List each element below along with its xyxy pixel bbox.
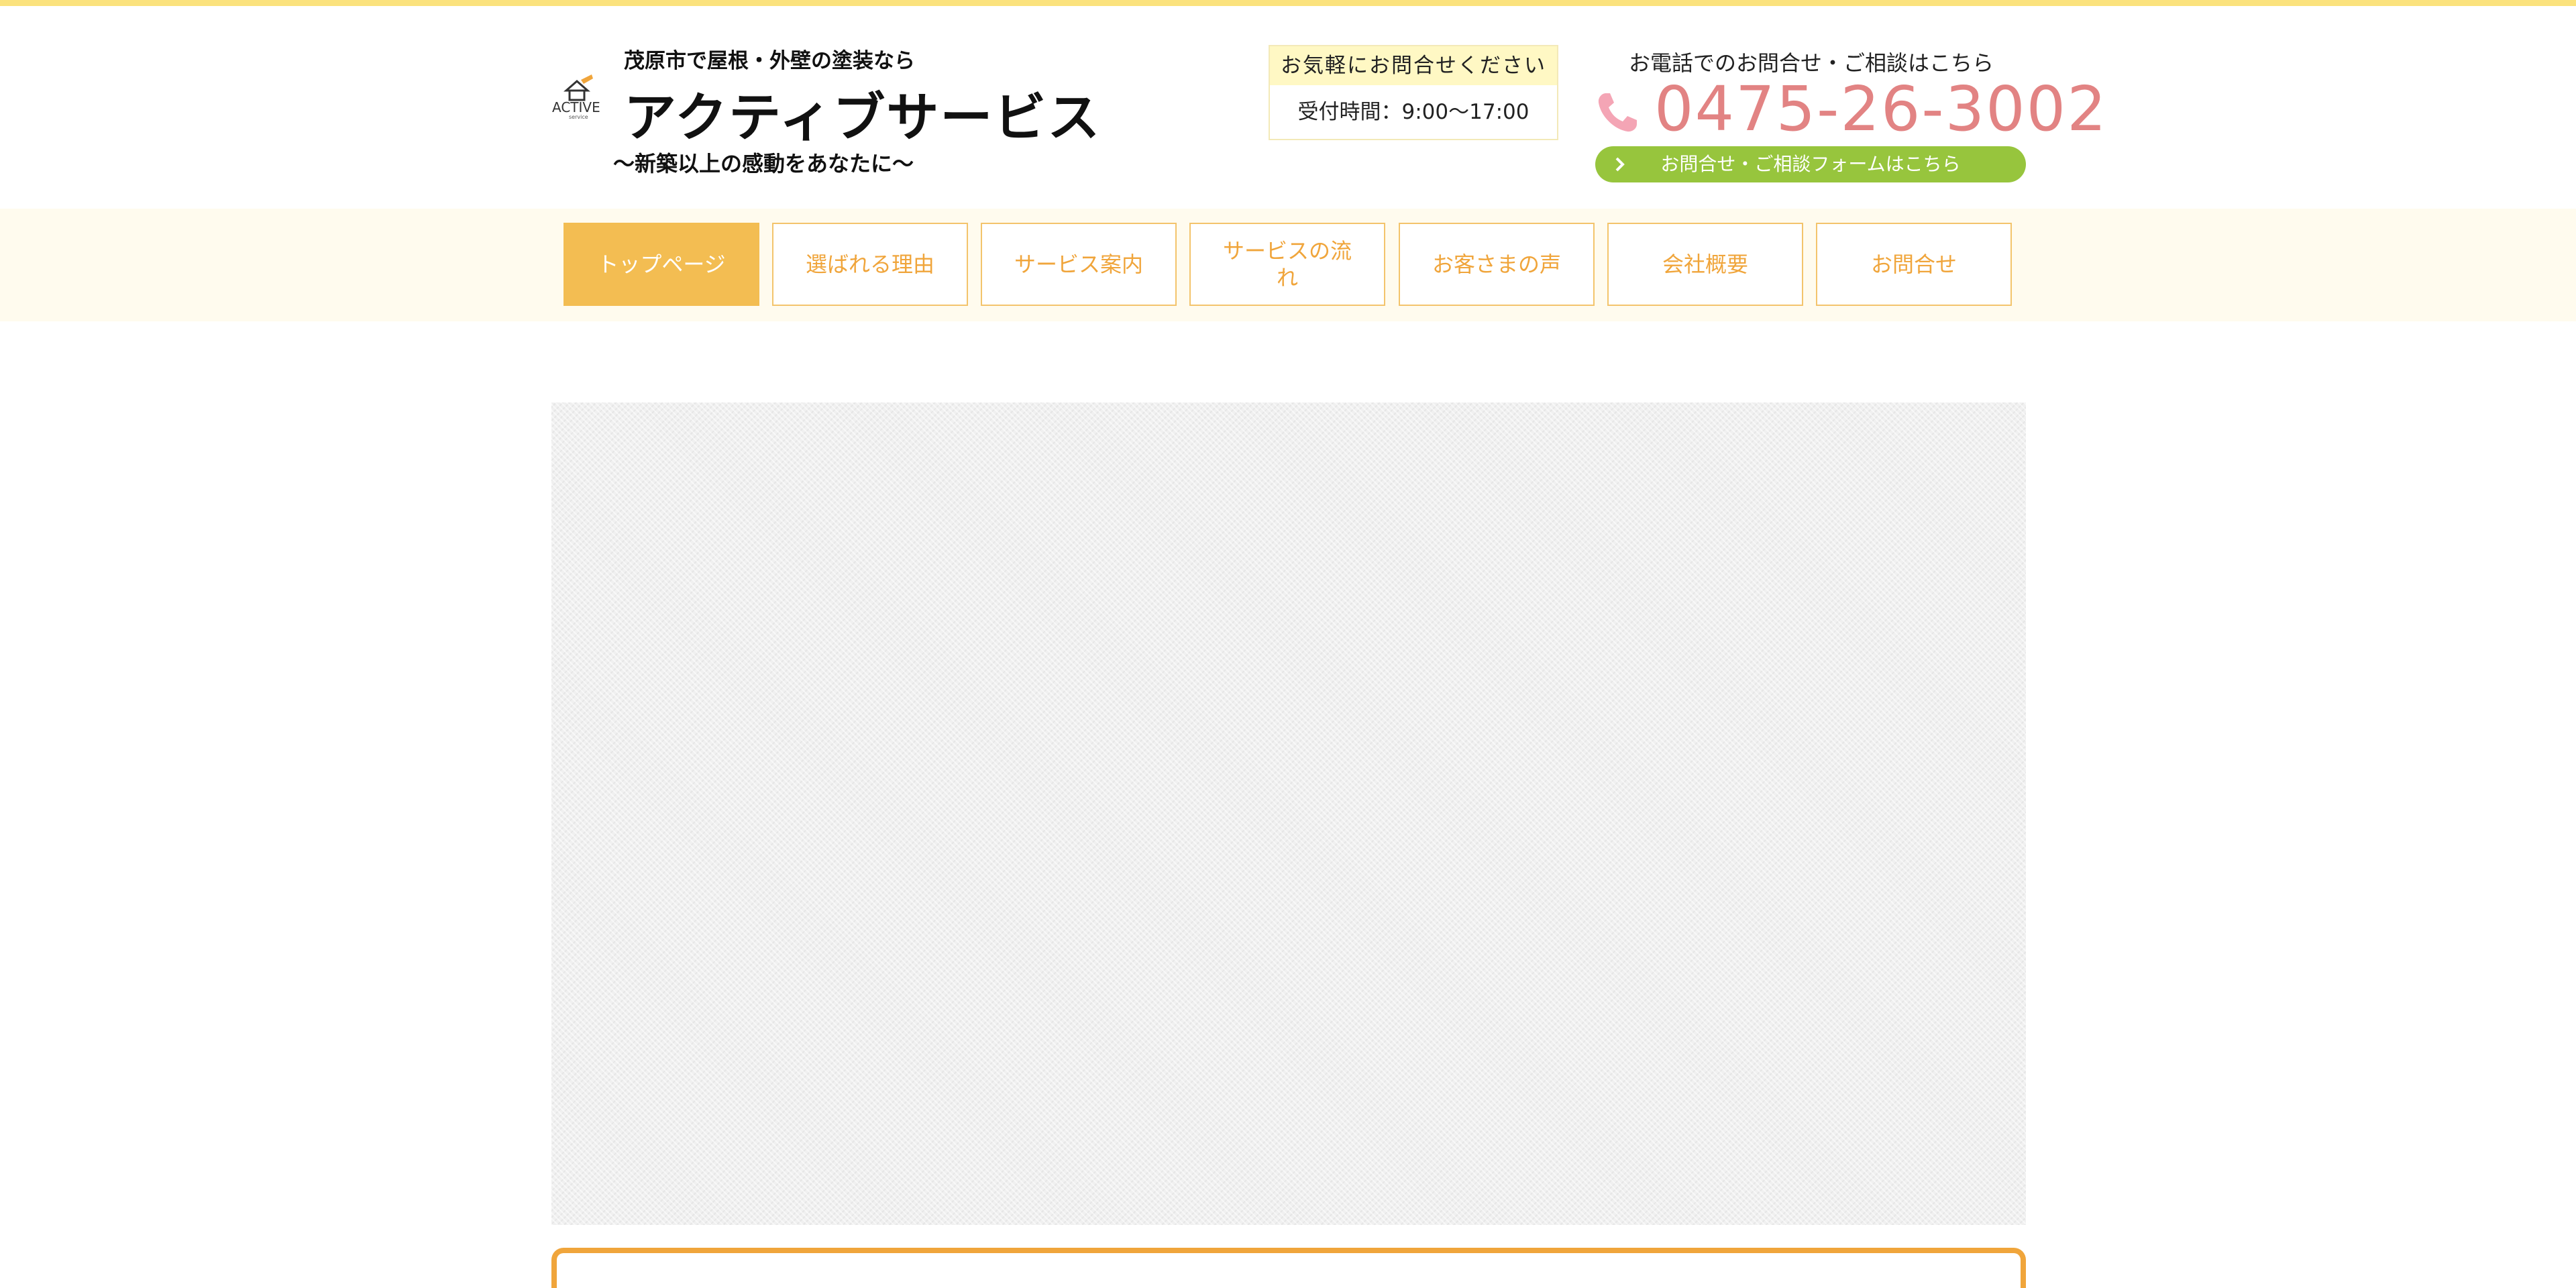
nav-item-label: 選ばれる理由	[805, 252, 934, 277]
nav-item-label: お問合せ	[1870, 252, 1957, 277]
main-nav: トップページ 選ばれる理由 サービス案内 サービスの流 れ お客さまの声 会社概…	[0, 209, 2576, 321]
nav-item-company[interactable]: 会社概要	[1607, 223, 1803, 306]
nav-item-flow[interactable]: サービスの流 れ	[1189, 223, 1385, 306]
nav-item-services[interactable]: サービス案内	[981, 223, 1177, 306]
nav-item-contact[interactable]: お問合せ	[1816, 223, 2012, 306]
nav-item-testimonials[interactable]: お客さまの声	[1399, 223, 1595, 306]
contact-form-button-label: お問合せ・ご相談フォームはこちら	[1660, 153, 1961, 175]
hours-text: 受付時間：9:00〜17:00	[1297, 100, 1529, 124]
nav-item-reasons[interactable]: 選ばれる理由	[772, 223, 968, 306]
hours-title: お気軽にお問合せください	[1270, 46, 1557, 85]
nav-item-top[interactable]: トップページ	[564, 223, 759, 306]
nav-item-label: トップページ	[597, 252, 726, 277]
phone-number[interactable]: 0475-26-3002	[1654, 73, 2108, 145]
nav-item-label: 会社概要	[1662, 252, 1748, 277]
logo-subtext: service	[569, 114, 588, 120]
nav-item-label-line2: れ	[1276, 265, 1298, 290]
logo-text: ACTIVE	[552, 99, 600, 115]
chevron-right-icon	[1615, 157, 1625, 172]
site-name[interactable]: アクティブサービス	[624, 76, 1101, 151]
hero-image	[551, 402, 2026, 1225]
business-hours-box: お気軽にお問合せください 受付時間：9:00〜17:00	[1269, 45, 1558, 140]
top-accent-stripe	[0, 0, 2576, 6]
house-roof-icon	[564, 74, 593, 101]
site-logo[interactable]: ACTIVE service	[551, 72, 608, 120]
site-catchphrase: 〜新築以上の感動をあなたに〜	[613, 151, 914, 176]
content-section-box	[551, 1248, 2026, 1288]
contact-form-button[interactable]: お問合せ・ご相談フォームはこちら	[1595, 146, 2026, 182]
nav-item-label: サービス案内	[1014, 252, 1143, 277]
phone-icon	[1598, 93, 1637, 132]
site-header: ACTIVE service 茂原市で屋根・外壁の塗装なら アクティブサービス …	[0, 6, 2576, 209]
nav-item-label-line1: サービスの流	[1222, 238, 1352, 264]
site-tagline: 茂原市で屋根・外壁の塗装なら	[624, 49, 915, 73]
nav-item-label: お客さまの声	[1432, 252, 1561, 277]
